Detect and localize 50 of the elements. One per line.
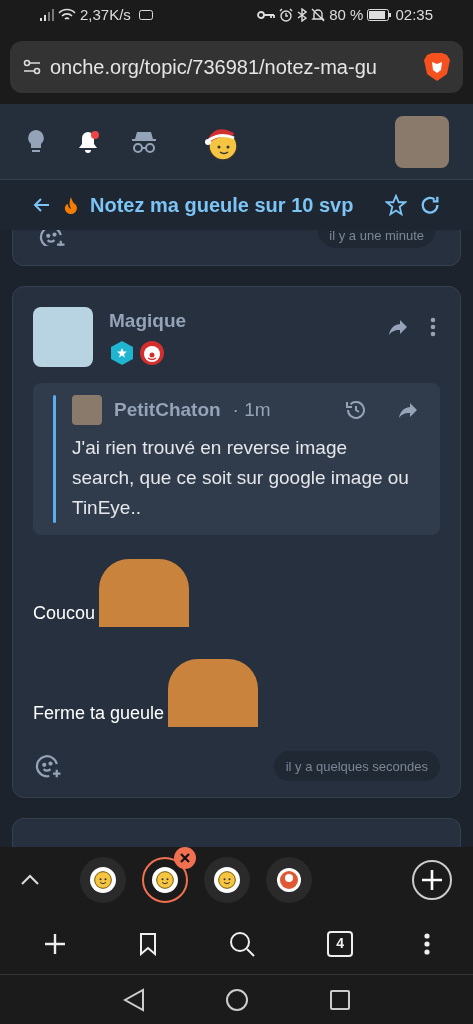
search-icon[interactable] (228, 929, 257, 958)
browser-tab[interactable] (204, 857, 250, 903)
battery-icon (367, 9, 392, 21)
timestamp: il y a quelques secondes (273, 751, 440, 782)
more-options-icon[interactable] (423, 932, 430, 955)
author-avatar[interactable] (33, 307, 93, 368)
smiley-icon (93, 870, 113, 890)
quote-author-avatar (72, 395, 102, 426)
quote-author-name[interactable]: PetitChaton (114, 396, 221, 425)
lion-shield-icon[interactable] (423, 52, 451, 82)
clock: 02:35 (395, 4, 433, 25)
message-text: Ferme ta gueule (33, 702, 165, 726)
notification-bell-icon[interactable] (76, 128, 102, 155)
recents-icon[interactable] (328, 988, 351, 1011)
back-icon[interactable] (122, 987, 145, 1012)
user-avatar[interactable] (395, 115, 449, 168)
site-settings-icon[interactable] (22, 57, 42, 77)
alarm-icon (279, 8, 294, 22)
browser-tab[interactable] (266, 857, 312, 903)
url-text: onche.org/topic/736981/notez-ma-gu (50, 55, 378, 80)
address-bar[interactable]: onche.org/topic/736981/notez-ma-gu (10, 41, 463, 93)
quote-age: · 1m (232, 398, 272, 423)
signal-icon (40, 9, 54, 21)
topic-title: Notez ma gueule sur 10 svp (90, 193, 355, 218)
plus-icon[interactable] (43, 931, 68, 956)
new-tab-icon[interactable] (411, 859, 453, 901)
author-name[interactable]: Magique (109, 307, 370, 336)
wifi-icon (58, 8, 76, 22)
smiley-icon (155, 870, 175, 890)
close-tab-icon[interactable] (174, 847, 196, 869)
network-speed: 2,37K/s (80, 4, 131, 25)
browser-tab[interactable] (80, 857, 126, 903)
star-icon[interactable] (385, 194, 407, 216)
bell-off-icon (311, 8, 326, 22)
quote-text: J'ai rien trouvé en reverse image search, que ce soit sur google image ou TinEye.. (72, 436, 410, 521)
tab-count-button[interactable]: 4 (327, 930, 354, 957)
timestamp: il y a une minute (317, 230, 436, 248)
message-text: Coucou (33, 602, 96, 626)
battery-percent: 80 % (329, 4, 364, 25)
key-icon (257, 10, 276, 20)
refresh-icon[interactable] (419, 194, 441, 216)
flame-icon (64, 196, 78, 214)
chevron-up-icon[interactable] (20, 874, 40, 886)
star-badge-icon (109, 339, 135, 366)
bookmark-icon[interactable] (137, 931, 158, 956)
clown-badge-icon (139, 339, 165, 366)
home-icon[interactable] (224, 987, 249, 1012)
bluetooth-icon (297, 8, 308, 22)
card-icon (138, 10, 153, 20)
smiley-icon (217, 870, 237, 890)
